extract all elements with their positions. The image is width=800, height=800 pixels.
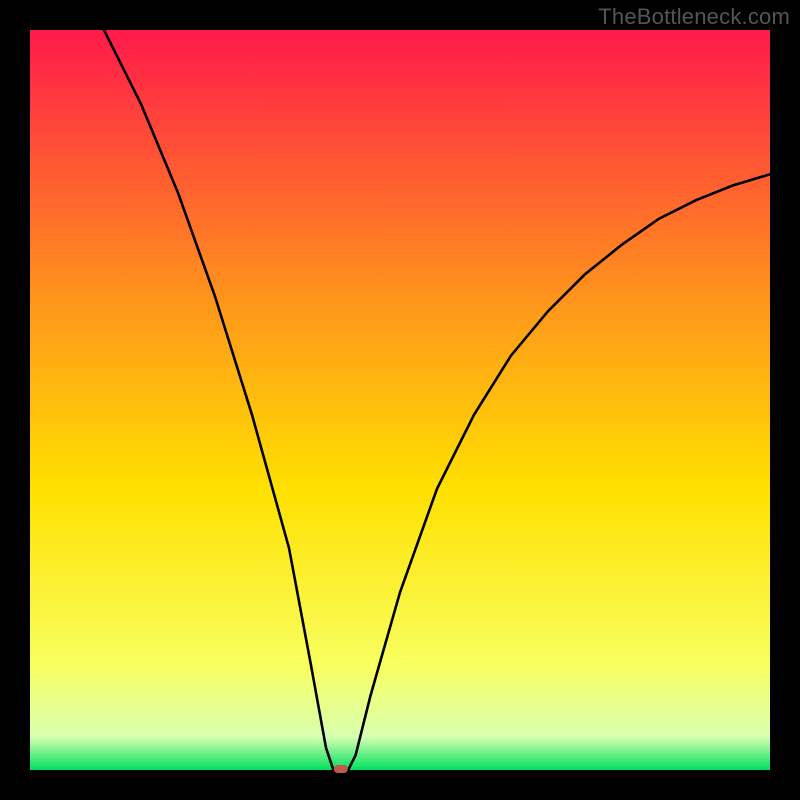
bottleneck-chart (0, 0, 800, 800)
plot-background (30, 30, 770, 770)
chart-frame: TheBottleneck.com (0, 0, 800, 800)
optimum-marker (334, 765, 348, 773)
watermark-text: TheBottleneck.com (598, 4, 790, 30)
